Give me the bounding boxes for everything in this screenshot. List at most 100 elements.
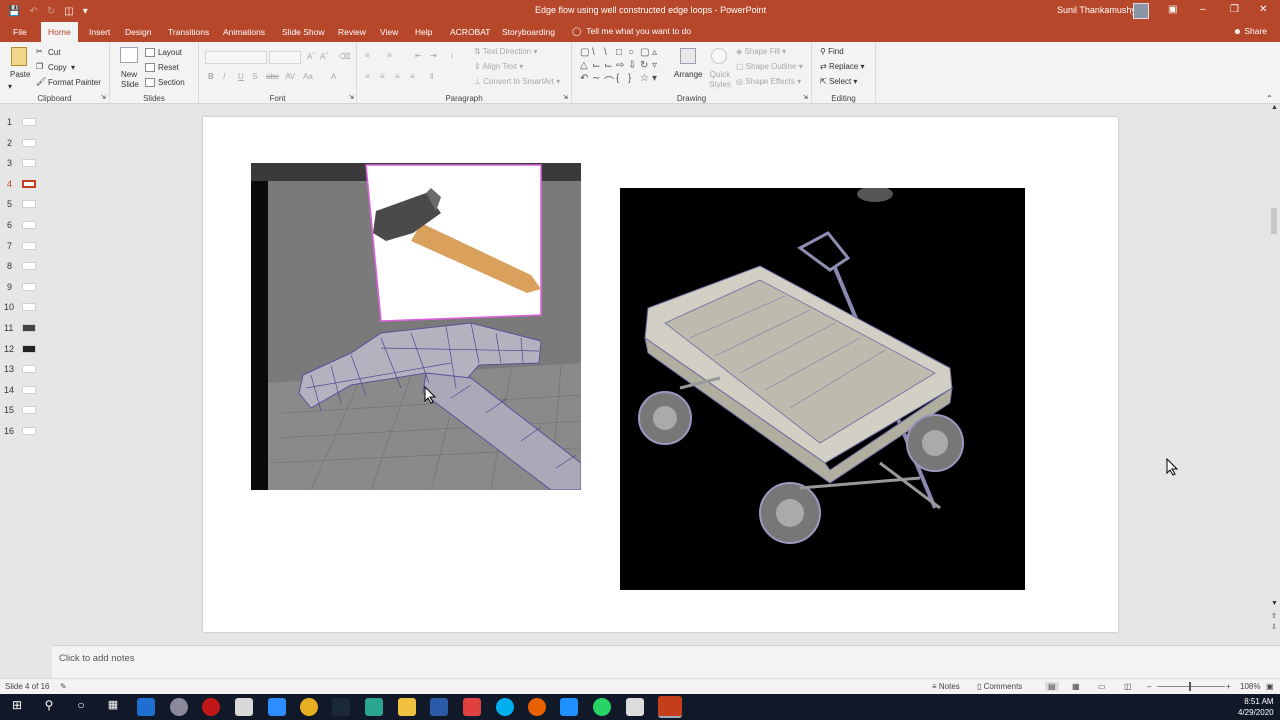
document-icon[interactable] — [560, 698, 578, 716]
zoom-out-icon[interactable]: – — [1147, 682, 1151, 691]
notes-placeholder[interactable]: Click to add notes — [59, 653, 135, 664]
decrease-font-icon[interactable]: Aˇ — [320, 52, 328, 61]
thumbnail-slide[interactable]: 14 — [0, 384, 52, 398]
close-icon[interactable]: ✕ — [1259, 4, 1267, 15]
increase-indent-icon[interactable]: ⇥ — [430, 51, 437, 60]
task-view-icon[interactable]: ▦ — [104, 698, 122, 716]
thumbnail-preview[interactable] — [22, 283, 36, 291]
section-button[interactable]: Section — [158, 78, 185, 87]
zoom-slider-thumb[interactable] — [1189, 682, 1191, 691]
tab-file[interactable]: File — [13, 27, 27, 37]
scroll-down-icon[interactable]: ▿ — [652, 60, 663, 72]
elbow2-shape-icon[interactable]: ⌙ — [604, 60, 615, 72]
rect-shape-icon[interactable]: □ — [616, 47, 627, 59]
scroll-up-icon[interactable]: ▵ — [652, 47, 663, 59]
cut-button[interactable]: Cut — [48, 48, 60, 57]
thumbnail-preview[interactable] — [22, 427, 36, 435]
thumbnail-preview[interactable] — [22, 262, 36, 270]
chrome-icon[interactable] — [300, 698, 318, 716]
tab-transitions[interactable]: Transitions — [168, 27, 209, 37]
thumbnail-preview[interactable] — [22, 406, 36, 414]
thumbnail-preview[interactable] — [22, 221, 36, 229]
format-painter-icon[interactable]: 🖌 — [36, 77, 46, 86]
elbow-shape-icon[interactable]: ⌙ — [592, 60, 603, 72]
windows-start-icon[interactable]: ⊞ — [8, 698, 26, 716]
clear-formatting-icon[interactable]: ⌫ — [339, 52, 350, 61]
thumbnail-preview[interactable] — [22, 303, 36, 311]
text-direction-button[interactable]: ⇅ Text Direction ▾ — [474, 47, 538, 56]
firefox-icon[interactable] — [528, 698, 546, 716]
skype-icon[interactable] — [496, 698, 514, 716]
ribbon-display-icon[interactable]: ▣ — [1168, 4, 1177, 15]
change-case-icon[interactable]: Aa — [303, 72, 313, 81]
format-painter-button[interactable]: Format Painter — [48, 78, 101, 87]
italic-icon[interactable]: I — [223, 72, 225, 81]
media-icon[interactable] — [463, 698, 481, 716]
tab-acrobat[interactable]: ACROBAT — [450, 27, 490, 37]
quick-styles-button[interactable]: Quick Styles — [707, 70, 733, 90]
wagon-mesh-image[interactable] — [620, 188, 1025, 590]
minimize-icon[interactable]: – — [1200, 4, 1206, 15]
rotate-shape-icon[interactable]: ↻ — [640, 60, 651, 72]
notes-toggle-button[interactable]: ≡ Notes — [932, 682, 960, 691]
thumbnail-preview[interactable] — [22, 200, 36, 208]
thumbnail-preview[interactable] — [22, 159, 36, 167]
previous-slide-icon[interactable]: ⇧ — [1271, 612, 1277, 620]
quick-styles-icon[interactable] — [711, 48, 727, 64]
textbox-shape-icon[interactable]: ▢ — [580, 47, 591, 59]
strikethrough-icon[interactable]: abc — [266, 72, 279, 81]
system-clock[interactable]: 8:51 AM 4/29/2020 — [1238, 696, 1274, 718]
whatsapp-icon[interactable] — [593, 698, 611, 716]
fit-slide-icon[interactable]: ▣ — [1266, 682, 1274, 691]
save-icon[interactable]: 💾 — [8, 6, 20, 17]
thumbnail-preview[interactable] — [22, 180, 36, 188]
tab-home[interactable]: Home — [41, 22, 78, 42]
arrow-right-shape-icon[interactable]: ⇨ — [616, 60, 627, 72]
align-text-button[interactable]: ⇕ Align Text ▾ — [474, 62, 523, 71]
decrease-indent-icon[interactable]: ⇤ — [415, 51, 422, 60]
powerpoint-taskbar-icon[interactable] — [658, 696, 682, 718]
justify-icon[interactable]: ≡ — [410, 72, 415, 81]
spell-check-icon[interactable]: ✎ — [60, 682, 67, 691]
file-explorer-icon[interactable] — [398, 698, 416, 716]
search-icon[interactable]: ⚲ — [40, 698, 58, 716]
tab-review[interactable]: Review — [338, 27, 366, 37]
arc-shape-icon[interactable]: ⌒ — [604, 73, 615, 88]
layout-button[interactable]: Layout — [158, 48, 182, 57]
paste-dropdown-icon[interactable]: ▾ — [8, 82, 12, 91]
zoom-icon[interactable] — [268, 698, 286, 716]
scrollbar-thumb[interactable] — [1271, 208, 1277, 234]
tab-storyboarding[interactable]: Storyboarding — [502, 27, 555, 37]
star-shape-icon[interactable]: ☆ — [640, 73, 651, 85]
select-button[interactable]: ⇱ Select ▾ — [820, 77, 857, 86]
record-icon[interactable] — [202, 698, 220, 716]
copy-icon[interactable]: ❐ — [36, 62, 43, 71]
slide-sorter-icon[interactable]: ▦ — [1072, 682, 1080, 691]
tab-slide-show[interactable]: Slide Show — [282, 27, 325, 37]
unity-icon[interactable] — [626, 698, 644, 716]
thumbnail-slide[interactable]: 3 — [0, 157, 52, 171]
thumbnail-slide[interactable]: 15 — [0, 404, 52, 418]
calculator-icon[interactable] — [235, 698, 253, 716]
shadow-icon[interactable]: S — [252, 72, 257, 81]
collapse-ribbon-icon[interactable]: ⌃ — [1266, 94, 1273, 103]
shape-outline-button[interactable]: ▢ Shape Outline ▾ — [736, 62, 803, 71]
thumbnail-preview[interactable] — [22, 118, 36, 126]
scroll-up-arrow-icon[interactable]: ▲ — [1271, 104, 1278, 111]
normal-view-icon[interactable]: ▤ — [1045, 682, 1059, 691]
paragraph-launcher-icon[interactable]: ⇲ — [563, 94, 568, 101]
tell-me-search[interactable]: ◯ Tell me what you want to do — [572, 26, 691, 37]
char-spacing-icon[interactable]: AV — [285, 72, 295, 81]
thumbnail-preview[interactable] — [22, 139, 36, 147]
thumbnail-preview[interactable] — [22, 386, 36, 394]
align-left-icon[interactable]: ≡ — [365, 72, 370, 81]
paste-icon[interactable] — [11, 47, 27, 66]
hammer-mesh-image[interactable] — [251, 163, 581, 490]
thumbnail-slide[interactable]: 10 — [0, 301, 52, 315]
new-slide-icon[interactable] — [120, 47, 138, 63]
paste-button[interactable]: Paste — [10, 70, 30, 79]
next-slide-icon[interactable]: ⇩ — [1271, 623, 1277, 631]
thumbnail-slide[interactable]: 13 — [0, 363, 52, 377]
shapes-gallery[interactable]: ▢ \ \ □ ○ ▢ ▵ △ ⌙ ⌙ ⇨ ⇩ ↻ ▿ ↶ ∼ ⌒{} ☆ ▾ — [580, 47, 670, 88]
thumbnail-preview[interactable] — [22, 345, 36, 353]
